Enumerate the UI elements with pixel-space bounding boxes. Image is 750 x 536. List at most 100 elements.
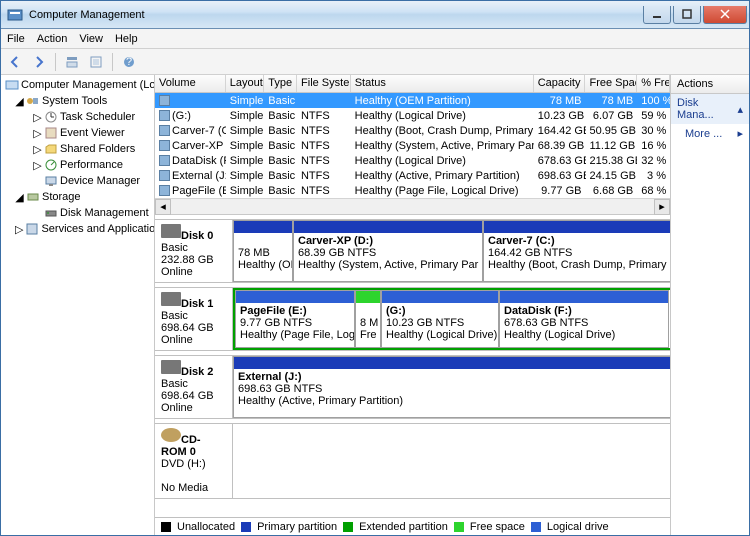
scroll-left-icon[interactable]: ◂: [155, 199, 171, 215]
volume-row[interactable]: DataDisk (F:)SimpleBasicNTFSHealthy (Log…: [155, 153, 670, 168]
volume-row[interactable]: Carver-XP (D:)SimpleBasicNTFSHealthy (Sy…: [155, 138, 670, 153]
volume-icon: [159, 155, 170, 166]
col-status[interactable]: Status: [351, 75, 534, 92]
titlebar: Computer Management: [1, 1, 749, 29]
disk-row: Disk 0Basic232.88 GBOnline78 MBHealthy (…: [155, 219, 670, 283]
col-volume[interactable]: Volume: [155, 75, 226, 92]
volume-row[interactable]: Carver-7 (C:)SimpleBasicNTFSHealthy (Boo…: [155, 123, 670, 138]
chevron-up-icon: ▴: [737, 103, 743, 116]
legend-swatch: [531, 522, 541, 532]
menu-action[interactable]: Action: [37, 33, 68, 45]
toolbar: ?: [1, 49, 749, 75]
legend-swatch: [454, 522, 464, 532]
col-pctfree[interactable]: % Free: [637, 75, 670, 92]
scroll-right-icon[interactable]: ▸: [654, 199, 670, 215]
minimize-button[interactable]: [643, 6, 671, 24]
back-button[interactable]: [5, 52, 25, 72]
disk-info[interactable]: Disk 0Basic232.88 GBOnline: [155, 220, 233, 282]
column-headers[interactable]: Volume Layout Type File System Status Ca…: [155, 75, 670, 93]
collapse-icon[interactable]: ◢: [15, 97, 24, 106]
tree-system-tools[interactable]: ◢System Tools: [1, 93, 154, 109]
legend-swatch: [161, 522, 171, 532]
disk-info[interactable]: CD-ROM 0DVD (H:)No Media: [155, 424, 233, 498]
horizontal-scrollbar[interactable]: ◂ ▸: [155, 198, 670, 214]
actions-pane: Actions Disk Mana...▴ More ...▸: [671, 75, 749, 535]
col-filesystem[interactable]: File System: [297, 75, 351, 92]
nav-tree: Computer Management (Local ◢System Tools…: [1, 75, 155, 535]
partition[interactable]: PageFile (E:)9.77 GB NTFSHealthy (Page F…: [235, 290, 355, 348]
view-button[interactable]: [62, 52, 82, 72]
expand-icon[interactable]: ▷: [33, 129, 42, 138]
chevron-right-icon: ▸: [737, 127, 743, 140]
tree-services-applications[interactable]: ▷Services and Applications: [1, 221, 154, 237]
forward-button[interactable]: [29, 52, 49, 72]
partition[interactable]: 78 MBHealthy (OEM: [233, 220, 293, 282]
volume-icon: [159, 95, 170, 106]
tree-storage[interactable]: ◢Storage: [1, 189, 154, 205]
disk-row: Disk 2Basic698.64 GBOnlineExternal (J:)6…: [155, 355, 670, 419]
tree-task-scheduler[interactable]: ▷Task Scheduler: [1, 109, 154, 125]
refresh-button[interactable]: [86, 52, 106, 72]
volume-icon: [159, 140, 170, 151]
help-button[interactable]: ?: [119, 52, 139, 72]
disk-row: CD-ROM 0DVD (H:)No Media: [155, 423, 670, 499]
actions-more[interactable]: More ...▸: [671, 124, 749, 143]
tree-performance[interactable]: ▷Performance: [1, 157, 154, 173]
maximize-button[interactable]: [673, 6, 701, 24]
legend-swatch: [343, 522, 353, 532]
volume-row[interactable]: External (J:)SimpleBasicNTFSHealthy (Act…: [155, 168, 670, 183]
actions-disk-management[interactable]: Disk Mana...▴: [671, 94, 749, 124]
tree-shared-folders[interactable]: ▷Shared Folders: [1, 141, 154, 157]
menubar: File Action View Help: [1, 29, 749, 49]
expand-icon[interactable]: ▷: [33, 161, 42, 170]
volume-icon: [159, 185, 170, 196]
col-freespace[interactable]: Free Space: [585, 75, 637, 92]
volume-row[interactable]: PageFile (E:)SimpleBasicNTFSHealthy (Pag…: [155, 183, 670, 198]
volume-icon: [159, 170, 170, 181]
expand-icon[interactable]: ▷: [33, 113, 42, 122]
volume-icon: [159, 125, 170, 136]
menu-view[interactable]: View: [79, 33, 103, 45]
legend-label: Extended partition: [359, 521, 448, 533]
svg-text:?: ?: [126, 56, 132, 68]
partition[interactable]: Carver-XP (D:)68.39 GB NTFSHealthy (Syst…: [293, 220, 483, 282]
actions-header: Actions: [671, 75, 749, 94]
disk-row: Disk 1Basic698.64 GBOnlinePageFile (E:)9…: [155, 287, 670, 351]
tree-disk-management[interactable]: Disk Management: [1, 205, 154, 221]
col-type[interactable]: Type: [264, 75, 297, 92]
legend-label: Free space: [470, 521, 525, 533]
volume-list: Volume Layout Type File System Status Ca…: [155, 75, 670, 215]
partition[interactable]: External (J:)698.63 GB NTFSHealthy (Acti…: [233, 356, 670, 418]
menu-file[interactable]: File: [7, 33, 25, 45]
partition[interactable]: (G:)10.23 GB NTFSHealthy (Logical Drive): [381, 290, 499, 348]
volume-icon: [159, 110, 170, 121]
cdrom-icon: [161, 428, 181, 442]
col-capacity[interactable]: Capacity: [534, 75, 586, 92]
disk-info[interactable]: Disk 1Basic698.64 GBOnline: [155, 288, 233, 350]
disk-info[interactable]: Disk 2Basic698.64 GBOnline: [155, 356, 233, 418]
col-layout[interactable]: Layout: [226, 75, 264, 92]
disk-graphical-view: Disk 0Basic232.88 GBOnline78 MBHealthy (…: [155, 215, 670, 517]
volume-row[interactable]: SimpleBasicHealthy (OEM Partition)78 MB7…: [155, 93, 670, 108]
legend-label: Unallocated: [177, 521, 235, 533]
legend-swatch: [241, 522, 251, 532]
app-icon: [7, 7, 23, 23]
expand-icon[interactable]: ▷: [15, 225, 23, 234]
tree-device-manager[interactable]: Device Manager: [1, 173, 154, 189]
legend-label: Logical drive: [547, 521, 609, 533]
partition[interactable]: DataDisk (F:)678.63 GB NTFSHealthy (Logi…: [499, 290, 669, 348]
legend-label: Primary partition: [257, 521, 337, 533]
partition[interactable]: 8 MFre: [355, 290, 381, 348]
window-title: Computer Management: [29, 9, 643, 21]
close-button[interactable]: [703, 6, 747, 24]
expand-icon[interactable]: ▷: [33, 145, 42, 154]
volume-row[interactable]: (G:)SimpleBasicNTFSHealthy (Logical Driv…: [155, 108, 670, 123]
tree-root[interactable]: Computer Management (Local: [1, 77, 154, 93]
disk-icon: [161, 292, 181, 306]
tree-event-viewer[interactable]: ▷Event Viewer: [1, 125, 154, 141]
disk-icon: [161, 360, 181, 374]
legend: Unallocated Primary partition Extended par…: [155, 517, 670, 535]
collapse-icon[interactable]: ◢: [15, 193, 24, 202]
partition[interactable]: Carver-7 (C:)164.42 GB NTFSHealthy (Boot…: [483, 220, 670, 282]
menu-help[interactable]: Help: [115, 33, 138, 45]
